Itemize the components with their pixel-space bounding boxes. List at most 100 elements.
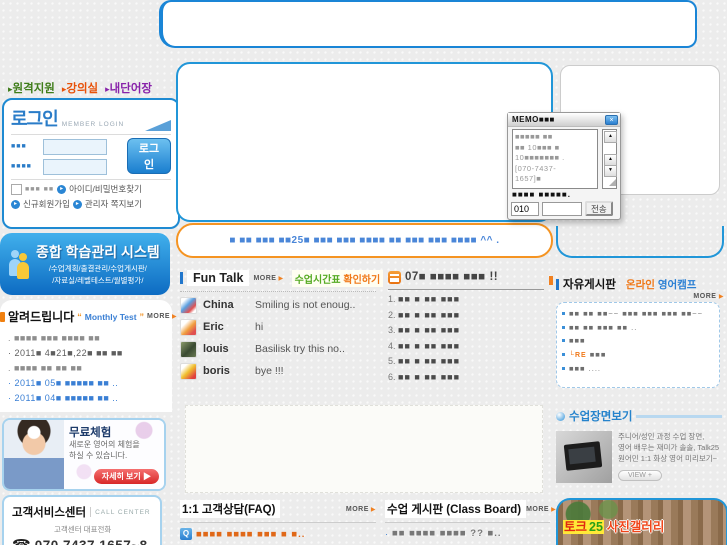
- orange-notice-banner[interactable]: ■ ■■ ■■■ ■■25■ ■■■ ■■■ ■■■■ ■■ ■■■ ■■■ ■…: [176, 223, 553, 258]
- phone-number-input[interactable]: [542, 201, 582, 216]
- class-board-more-button[interactable]: MORE ▶: [526, 506, 556, 513]
- trial-detail-button[interactable]: 자세히 보기 ▶: [93, 469, 159, 484]
- notice-item[interactable]: · 2011■ 04■ ■■■■■ ■■ ..: [8, 391, 166, 406]
- chat-name: Eric: [203, 321, 224, 333]
- board-post[interactable]: ■■ ■■ ■■~~ ■■■ ■■■ ■■■ ■■~~: [562, 308, 714, 320]
- notice-more-button[interactable]: MORE ▶: [147, 313, 177, 320]
- notice-item[interactable]: · 2011■ 05■ ■■■■■ ■■ ..: [8, 376, 166, 391]
- pw-label: ■■■■: [11, 163, 32, 170]
- call-center-title: 고객서비스센터: [12, 507, 87, 519]
- avatar-china: [180, 296, 197, 314]
- member-login-label: MEMBER LOGIN: [61, 121, 125, 128]
- quote-icon: “: [77, 311, 82, 322]
- nav-wordbook[interactable]: ▸내단어장: [105, 80, 152, 96]
- main-banner-box: [176, 62, 553, 222]
- faq-section: 1:1 고객상담(FAQ) MORE ▶ Q ■■■■ ■■■■ ■■■ ■ ■.…: [180, 500, 376, 540]
- right-curve-border: [556, 226, 724, 258]
- phone-prefix-input[interactable]: [511, 201, 539, 216]
- signup-link[interactable]: 신규회원가입: [23, 198, 70, 210]
- id-input[interactable]: [43, 138, 107, 155]
- lms-line1: /수업계획/출결관리/수업게시판/: [48, 264, 147, 273]
- more-arrow-icon: ▶: [370, 506, 376, 513]
- avatar-louis: [180, 340, 197, 358]
- q-icon: Q: [180, 528, 192, 540]
- call-center-subtitle: CALL CENTER: [95, 508, 151, 516]
- lms-banner[interactable]: 종합 학습관리 시스템 /수업계획/출결관리/수업게시판/ /자료실/레벨테스트…: [0, 233, 170, 295]
- class-scene-desc: 주니어/성인 과정 수업 장면, 영어 배우는 재미가 솔솔, Talk25 원…: [618, 432, 720, 463]
- call-center-box: 고객서비스센터 CALL CENTER 고객센터 대표전화 ☎ 070.7437…: [2, 495, 162, 545]
- pw-input[interactable]: [43, 158, 107, 175]
- board-post[interactable]: ■■■ ....: [562, 363, 714, 375]
- board-post[interactable]: ■■ ■■ ■■■ ■■ ..: [562, 322, 714, 334]
- phone-icon: ☎: [12, 536, 31, 545]
- login-header: 로그인 MEMBER LOGIN: [11, 105, 171, 131]
- close-icon[interactable]: ×: [605, 114, 618, 125]
- list-item[interactable]: 4. ■■ ■ ■■ ■■■: [388, 339, 550, 355]
- faq-more-button[interactable]: MORE ▶: [346, 506, 376, 513]
- lms-title: 종합 학습관리 시스템: [36, 244, 160, 260]
- view-button[interactable]: VIEW +: [618, 470, 662, 481]
- chat-row[interactable]: Eric hi: [180, 318, 382, 336]
- login-form: ■■■ ■■■■ 로그인: [11, 138, 171, 176]
- chat-message: Basilisk try this no..: [255, 343, 345, 355]
- memo-textarea[interactable]: ■■■■■ ■■ ■■ 10■■■ ■ 10■■■■■■■ . [070-743…: [512, 129, 598, 189]
- bullet-icon: ·: [385, 528, 388, 539]
- save-id-checkbox[interactable]: [11, 183, 22, 195]
- memo-title: MEMO■■■: [512, 115, 555, 124]
- resize-handle[interactable]: [609, 179, 616, 186]
- list-item[interactable]: 5. ■■ ■ ■■ ■■■: [388, 354, 550, 370]
- nav-classroom[interactable]: ▸강의실: [62, 80, 98, 96]
- chat-row[interactable]: louis Basilisk try this no..: [180, 340, 382, 358]
- funtalk-section: Fun Talk MORE ▶ 수업시간표 확인하기 China Smiling …: [180, 268, 384, 380]
- gallery-title: 사진갤러리: [606, 520, 665, 534]
- more-arrow-icon: ▶: [718, 294, 724, 300]
- photo-gallery-banner[interactable]: 토크 25 사진갤러리: [556, 498, 727, 545]
- go-icon: ▸: [11, 199, 20, 209]
- chat-row[interactable]: China Smiling is not enoug..: [180, 296, 382, 314]
- id-label: ■■■: [11, 143, 27, 150]
- faq-item[interactable]: Q ■■■■ ■■■■ ■■■ ■ ■..: [180, 528, 376, 540]
- lms-text: 종합 학습관리 시스템 /수업계획/출결관리/수업게시판/ /자료실/레벨테스트…: [36, 242, 160, 286]
- list-item[interactable]: 1. ■■ ■ ■■ ■■■: [388, 292, 550, 308]
- free-trial-line1: 새로운 영어의 체험을: [69, 440, 140, 449]
- quote-icon: ”: [139, 311, 145, 322]
- admin-note-link[interactable]: 관리자 쪽지보기: [85, 198, 142, 210]
- scroll-down-icon[interactable]: ▼: [604, 165, 617, 177]
- notice-item[interactable]: . ■■■■ ■■ ■■ ■■: [8, 361, 166, 376]
- list-item[interactable]: 6. ■■ ■ ■■ ■■■: [388, 370, 550, 386]
- reply-badge: └RE: [569, 351, 587, 359]
- board-post[interactable]: ■■■: [562, 335, 714, 347]
- funtalk-more-button[interactable]: MORE ▶: [253, 275, 283, 282]
- notice-title: 알려드립니다: [8, 310, 75, 324]
- go-icon: ▸: [57, 184, 67, 194]
- freeboard-list: ■■ ■■ ■■~~ ■■■ ■■■ ■■■ ■■~~ ■■ ■■ ■■■ ■■…: [556, 302, 720, 388]
- send-button[interactable]: 전송: [585, 201, 613, 216]
- class-board-title: 수업 게시판 (Class Board): [385, 500, 527, 518]
- memo-popup: MEMO■■■ × ■■■■■ ■■ ■■ 10■■■ ■ 10■■■■■■■ …: [507, 112, 621, 220]
- chat-message: bye !!!: [255, 365, 284, 377]
- notice-item[interactable]: . ■■■■ ■■■ ■■■■ ■■: [8, 331, 166, 346]
- swoosh-icon: [145, 120, 171, 131]
- login-button[interactable]: 로그인: [127, 138, 171, 174]
- board-post-reply[interactable]: └RE ■■■: [562, 349, 714, 362]
- freeboard-more-button[interactable]: MORE ▶: [556, 293, 724, 300]
- list-item[interactable]: 2. ■■ ■ ■■ ■■■: [388, 308, 550, 324]
- timetable-check-link[interactable]: 수업시간표 확인하기: [291, 269, 384, 287]
- notice-item[interactable]: · 2011■ 4■21■,22■ ■■ ■■: [8, 346, 166, 361]
- notice-list: . ■■■■ ■■■ ■■■■ ■■ · 2011■ 4■21■,22■ ■■ …: [8, 331, 166, 406]
- nav-remote-support[interactable]: ▸원격지원: [8, 80, 55, 96]
- bullet-bar-icon: [180, 272, 183, 284]
- divider: [90, 507, 92, 517]
- memo-titlebar[interactable]: MEMO■■■ ×: [508, 113, 620, 127]
- scroll-up-icon[interactable]: ▲: [604, 131, 617, 143]
- find-id-pw-link[interactable]: 아이디/비밀번호찾기: [69, 183, 142, 195]
- brand-25: 25: [588, 520, 604, 534]
- divider: [385, 522, 550, 523]
- chat-row[interactable]: boris bye !!!: [180, 362, 382, 380]
- class-scene-photo[interactable]: [556, 431, 612, 483]
- divider: [180, 291, 376, 292]
- list-item[interactable]: 3. ■■ ■ ■■ ■■■: [388, 323, 550, 339]
- chat-message: Smiling is not enoug..: [255, 299, 356, 311]
- class-board-section: 수업 게시판 (Class Board) MORE ▶ · ■■ ■■■■ ■■■…: [385, 500, 556, 539]
- class-board-item[interactable]: · ■■ ■■■■ ■■■■ ?? ■..: [385, 528, 550, 539]
